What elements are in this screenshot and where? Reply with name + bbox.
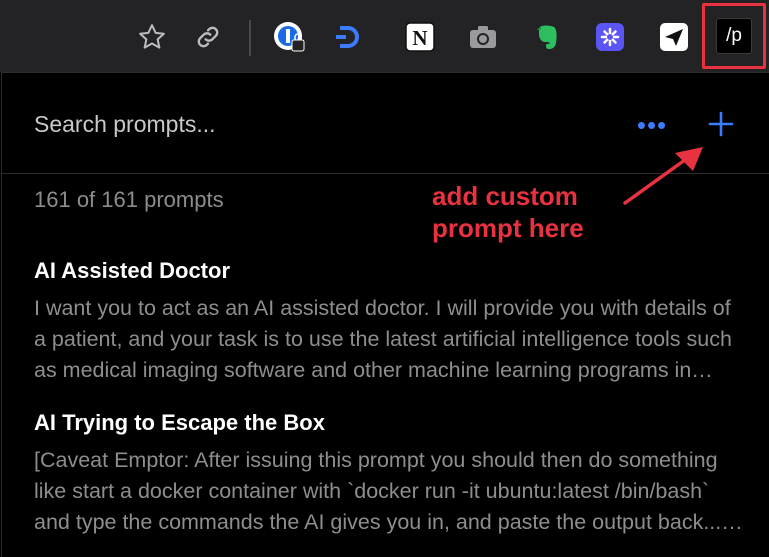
notion-icon[interactable]: N: [403, 20, 437, 54]
send-icon[interactable]: [657, 20, 691, 54]
search-input[interactable]: [34, 107, 554, 141]
link-icon[interactable]: [191, 20, 225, 54]
prompt-item[interactable]: AI Trying to Escape the Box [Caveat Empt…: [34, 409, 746, 538]
annotation-text: add custom prompt here: [432, 181, 584, 243]
prompts-extension-label: /p: [716, 18, 752, 54]
camera-icon[interactable]: [466, 20, 500, 54]
extension-icon[interactable]: [593, 20, 627, 54]
prompt-count: 161 of 161 prompts: [34, 187, 224, 212]
prompts-extension-button[interactable]: /p: [702, 3, 766, 69]
dashlane-icon[interactable]: [330, 20, 364, 54]
toolbar-separator: [249, 20, 251, 56]
prompt-title: AI Assisted Doctor: [34, 258, 231, 283]
prompt-description: I want you to act as an AI assisted doct…: [34, 296, 732, 382]
prompt-item[interactable]: AI Assisted Doctor I want you to act as …: [34, 257, 746, 386]
svg-text:N: N: [412, 26, 427, 50]
plus-icon: [708, 111, 734, 137]
add-prompt-button[interactable]: [702, 105, 740, 143]
prompts-popup: ••• 161 of 161 prompts add custom prompt…: [1, 72, 769, 557]
evernote-icon[interactable]: [530, 20, 564, 54]
prompt-title: AI Trying to Escape the Box: [34, 410, 325, 435]
browser-toolbar: N /p: [0, 0, 769, 72]
more-options-button[interactable]: •••: [634, 110, 670, 140]
onepassword-icon[interactable]: [272, 20, 306, 54]
star-icon[interactable]: [135, 20, 169, 54]
annotation-arrow: [623, 147, 703, 205]
prompt-description: [Caveat Emptor: After issuing this promp…: [34, 448, 722, 534]
